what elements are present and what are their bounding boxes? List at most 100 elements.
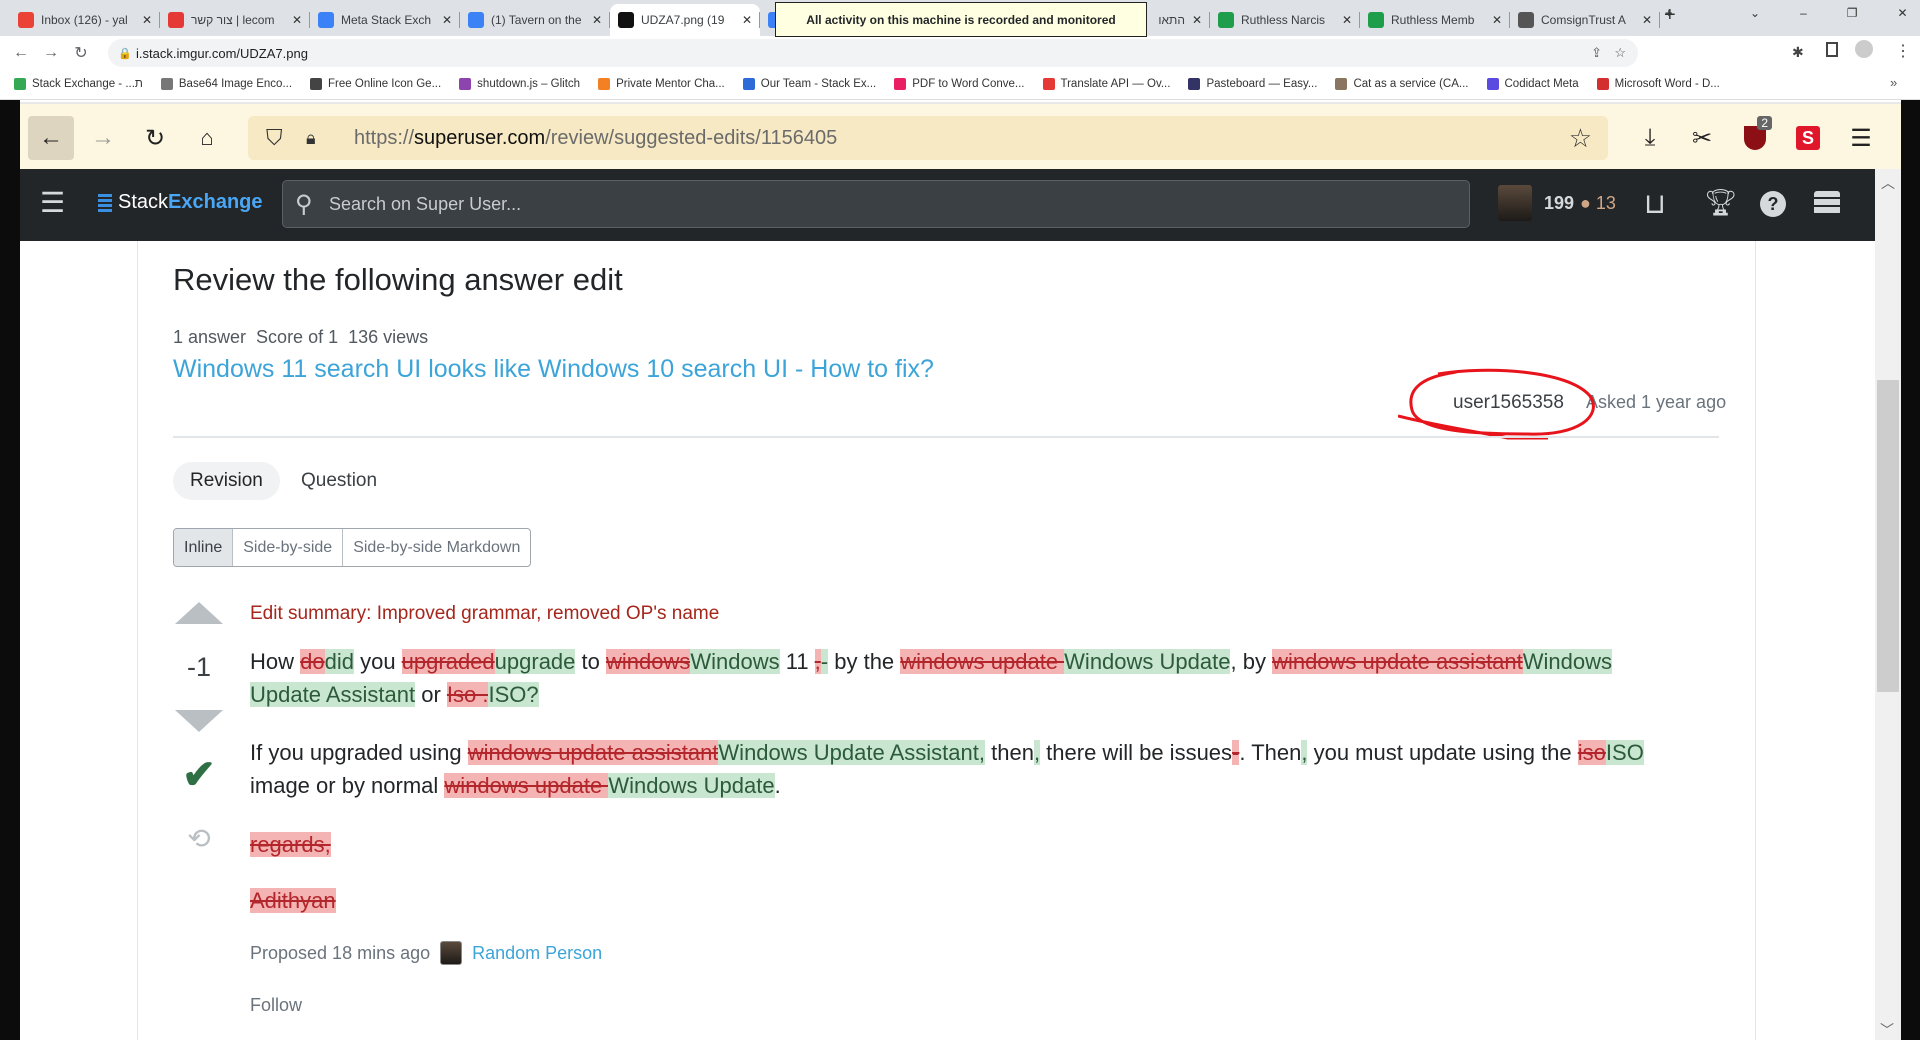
close-tab-icon[interactable]: ✕	[1642, 13, 1652, 27]
scroll-down-icon[interactable]: ﹀	[1880, 1020, 1894, 1040]
side-by-side-markdown-button[interactable]: Side-by-side Markdown	[342, 529, 530, 566]
close-tab-icon[interactable]: ✕	[1192, 13, 1202, 27]
minimize-button[interactable]: –	[1800, 6, 1807, 20]
bookmark-item[interactable]: Pasteboard — Easy...	[1188, 78, 1317, 90]
proposer-avatar[interactable]	[440, 941, 463, 965]
bookmark-item[interactable]: Stack Exchange - ...ת	[14, 78, 143, 90]
more-bookmarks-icon[interactable]: »	[1890, 75, 1897, 90]
browser-tab[interactable]: (1) Tavern on the ✕	[460, 4, 610, 36]
lock-icon[interactable]: 🔒︎	[306, 128, 316, 149]
bookmark-item[interactable]: Our Team - Stack Ex...	[742, 78, 876, 90]
scroll-up-icon[interactable]: ︿	[1875, 173, 1901, 193]
profile-avatar[interactable]	[1855, 40, 1873, 58]
bookmark-item[interactable]: PDF to Word Conve...	[894, 78, 1025, 90]
browser-tab[interactable]: Ruthless Memb ✕	[1360, 4, 1510, 36]
reputation-count[interactable]: 199	[1544, 193, 1574, 214]
downloads-icon[interactable]: ⤓	[1627, 116, 1673, 160]
chrome-menu-icon[interactable]: ⋮	[1895, 41, 1911, 61]
bronze-badges[interactable]: ● 13	[1580, 193, 1616, 214]
ublock-extension-icon[interactable]: 2	[1732, 116, 1778, 160]
deleted-text: do	[300, 649, 325, 674]
close-tab-icon[interactable]: ✕	[592, 13, 602, 27]
browser-tab[interactable]: Ruthless Narcis ✕	[1210, 4, 1360, 36]
close-window-button[interactable]: ✕	[1898, 6, 1908, 20]
url-text: i.stack.imgur.com/UDZA7.png	[136, 45, 308, 61]
close-tab-icon[interactable]: ✕	[292, 13, 302, 27]
maximize-button[interactable]: ❐	[1847, 6, 1858, 20]
bookmark-label: shutdown.js – Glitch	[477, 78, 581, 90]
inline-view-button[interactable]: Inline	[174, 529, 233, 566]
bookmark-item[interactable]: Cat as a service (CA...	[1335, 78, 1469, 90]
screen-border	[1901, 100, 1920, 1040]
user-avatar[interactable]	[1498, 185, 1532, 221]
share-icon[interactable]: ⇪	[1591, 45, 1602, 61]
stackexchange-logo[interactable]: StackExchange	[98, 191, 263, 214]
hamburger-menu-icon[interactable]: ☰	[40, 189, 65, 217]
side-panel-icon[interactable]	[1826, 42, 1838, 57]
back-icon[interactable]: ←	[28, 116, 74, 160]
inbox-icon[interactable]: ⊔	[1644, 187, 1666, 220]
firefox-url-input[interactable]: ⛉ 🔒︎ https://superuser.com/review/sugges…	[248, 116, 1608, 160]
bookmark-star-icon[interactable]: ☆	[1569, 123, 1592, 154]
bookmarks-bar: Stack Exchange - ...ת Base64 Image Enco..…	[0, 69, 1920, 100]
gmail-icon	[18, 12, 34, 28]
extensions-icon[interactable]: ✱	[1792, 44, 1804, 61]
close-tab-icon[interactable]: ✕	[742, 13, 752, 27]
close-tab-icon[interactable]: ✕	[1342, 13, 1352, 27]
proposed-time: Proposed 18 mins ago	[250, 942, 431, 963]
question-link[interactable]: Windows 11 search UI looks like Windows …	[173, 355, 934, 384]
s-extension-icon[interactable]: S	[1785, 116, 1831, 160]
bookmark-item[interactable]: Private Mentor Cha...	[598, 78, 725, 90]
firefox-menu-icon[interactable]: ☰	[1838, 116, 1884, 160]
bookmark-label: Microsoft Word - D...	[1614, 78, 1720, 90]
follow-button[interactable]: Follow	[250, 995, 302, 1016]
tab-search-icon[interactable]: ⌄	[1750, 6, 1760, 20]
history-icon[interactable]: ⟲	[172, 822, 226, 855]
proposer-link[interactable]: Random Person	[472, 943, 602, 964]
search-input[interactable]: ⚲ Search on Super User...	[282, 180, 1470, 228]
home-icon[interactable]: ⌂	[184, 116, 230, 160]
help-icon[interactable]: ?	[1760, 191, 1786, 217]
close-tab-icon[interactable]: ✕	[442, 13, 452, 27]
achievements-trophy-icon[interactable]: 🏆︎	[1704, 187, 1737, 218]
browser-tab[interactable]: Inbox (126) - yal ✕	[10, 4, 160, 36]
scrollbar-thumb[interactable]	[1877, 380, 1899, 692]
reload-icon[interactable]: ↻	[132, 116, 178, 160]
browser-tab[interactable]: Meta Stack Exch ✕	[310, 4, 460, 36]
close-tab-icon[interactable]: ✕	[142, 13, 152, 27]
bookmark-favicon-icon	[1335, 78, 1348, 90]
bookmark-item[interactable]: shutdown.js – Glitch	[459, 78, 580, 90]
site-switcher-icon[interactable]	[1814, 191, 1840, 215]
deleted-text: windows update assistant	[467, 740, 719, 765]
forward-icon[interactable]: →	[80, 116, 126, 160]
close-tab-icon[interactable]: ✕	[1492, 13, 1502, 27]
url-input[interactable]: 🔒 i.stack.imgur.com/UDZA7.png ⇪ ☆	[108, 39, 1638, 67]
reload-icon[interactable]: ↻	[66, 43, 96, 63]
browser-tab[interactable]: ComsignTrust A ✕	[1510, 4, 1660, 36]
unchanged-text: How	[250, 649, 301, 674]
bookmark-item[interactable]: Base64 Image Enco...	[160, 78, 293, 90]
bookmark-item[interactable]: Microsoft Word - D...	[1596, 78, 1720, 90]
asked-time: Asked 1 year ago	[1586, 392, 1727, 412]
downvote-button[interactable]	[172, 710, 226, 732]
bookmark-item[interactable]: Free Online Icon Ge...	[310, 78, 441, 90]
inserted-text: Windows Update	[608, 773, 775, 798]
main-divider	[1755, 241, 1756, 1040]
bookmark-label: Base64 Image Enco...	[178, 78, 293, 90]
forward-icon[interactable]: →	[36, 44, 66, 62]
side-by-side-button[interactable]: Side-by-side	[232, 529, 342, 566]
cross-icon	[1218, 12, 1234, 28]
browser-tab[interactable]: צור קשר | lecom ✕	[160, 4, 310, 36]
tab-revision[interactable]: Revision	[173, 462, 280, 500]
new-tab-icon[interactable]: +	[1664, 4, 1676, 27]
upvote-button[interactable]	[172, 602, 226, 624]
browser-tab[interactable]: UDZA7.png (19 ✕	[610, 4, 760, 36]
bookmark-item[interactable]: Translate API — Ov...	[1042, 78, 1170, 90]
screenshot-icon[interactable]: ✂	[1679, 116, 1725, 160]
bookmark-star-icon[interactable]: ☆	[1614, 45, 1626, 61]
bookmark-item[interactable]: Codidact Meta	[1486, 78, 1579, 90]
shield-icon[interactable]: ⛉	[266, 125, 283, 151]
proposed-info: Proposed 18 mins ago Random Person	[250, 941, 602, 965]
back-icon[interactable]: ←	[6, 44, 36, 62]
tab-question[interactable]: Question	[301, 462, 377, 500]
